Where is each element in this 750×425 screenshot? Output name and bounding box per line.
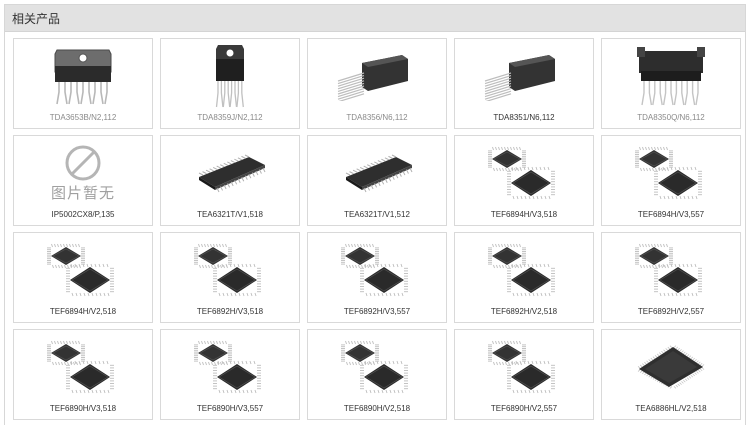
product-card[interactable]: TDA8359J/N2,112	[160, 38, 300, 129]
to220-vertical-icon[interactable]	[14, 42, 152, 110]
product-card[interactable]: TEA6321T/V1,512	[307, 135, 447, 226]
dbs-wide-icon[interactable]	[602, 42, 740, 110]
qfp-pair-icon[interactable]	[14, 236, 152, 304]
product-name-link[interactable]: TDA8359J/N2,112	[161, 113, 299, 122]
product-card[interactable]: TEA6886HL/V2,518	[601, 329, 741, 420]
product-card[interactable]: TDA8356/N6,112	[307, 38, 447, 129]
product-name-link[interactable]: TDA8351/N6,112	[455, 113, 593, 122]
product-name-link[interactable]: TEF6892H/V3,557	[308, 307, 446, 316]
related-products-panel: 相关产品 TDA3653B/N2,112 TDA8359J/N2,112 TDA83…	[4, 4, 746, 425]
no-image-text: 图片暂无	[50, 183, 115, 202]
product-name-link[interactable]: TEF6894H/V3,557	[602, 210, 740, 219]
section-title: 相关产品	[12, 11, 61, 26]
qfp-pair-icon[interactable]	[602, 236, 740, 304]
panel-header: 相关产品	[5, 5, 745, 32]
product-card[interactable]: TDA8351/N6,112	[454, 38, 594, 129]
product-name-link[interactable]: TEA6321T/V1,518	[161, 210, 299, 219]
product-name-link[interactable]: IP5002CX8/P,135	[14, 210, 152, 219]
product-name-link[interactable]: TDA8350Q/N6,112	[602, 113, 740, 122]
product-card[interactable]: TEF6892H/V3,518	[160, 232, 300, 323]
product-name-link[interactable]: TEF6890H/V3,557	[161, 404, 299, 413]
qfp-pair-icon[interactable]	[455, 236, 593, 304]
product-card[interactable]: TEF6894H/V3,557	[601, 135, 741, 226]
product-card[interactable]: TEF6890H/V3,557	[160, 329, 300, 420]
product-name-link[interactable]: TDA3653B/N2,112	[14, 113, 152, 122]
sil-horizontal-icon[interactable]	[455, 42, 593, 110]
dbs-vertical-icon[interactable]	[161, 42, 299, 110]
product-card[interactable]: TEF6894H/V2,518	[13, 232, 153, 323]
sil-horizontal-icon[interactable]	[308, 42, 446, 110]
product-name-link[interactable]: TEF6890H/V2,518	[308, 404, 446, 413]
product-card[interactable]: TEA6321T/V1,518	[160, 135, 300, 226]
qfp-pair-icon[interactable]	[455, 139, 593, 207]
lqfp-single-icon[interactable]	[602, 333, 740, 401]
qfp-pair-icon[interactable]	[602, 139, 740, 207]
product-card[interactable]: TEF6894H/V3,518	[454, 135, 594, 226]
product-card[interactable]: 图片暂无 IP5002CX8/P,135	[13, 135, 153, 226]
product-card[interactable]: TEF6892H/V3,557	[307, 232, 447, 323]
product-name-link[interactable]: TEF6892H/V2,557	[602, 307, 740, 316]
product-grid: TDA3653B/N2,112 TDA8359J/N2,112 TDA8356/N6…	[13, 38, 741, 420]
qfp-pair-icon[interactable]	[455, 333, 593, 401]
so-package-icon[interactable]	[308, 139, 446, 207]
so-package-icon[interactable]	[161, 139, 299, 207]
product-name-link[interactable]: TEF6892H/V2,518	[455, 307, 593, 316]
product-name-link[interactable]: TEF6894H/V3,518	[455, 210, 593, 219]
product-card[interactable]: TEF6890H/V2,557	[454, 329, 594, 420]
product-name-link[interactable]: TDA8356/N6,112	[308, 113, 446, 122]
qfp-pair-icon[interactable]	[308, 236, 446, 304]
product-name-link[interactable]: TEF6894H/V2,518	[14, 307, 152, 316]
product-name-link[interactable]: TEF6890H/V2,557	[455, 404, 593, 413]
product-card[interactable]: TEF6892H/V2,557	[601, 232, 741, 323]
qfp-pair-icon[interactable]	[161, 236, 299, 304]
product-name-link[interactable]: TEF6892H/V3,518	[161, 307, 299, 316]
product-name-link[interactable]: TEF6890H/V3,518	[14, 404, 152, 413]
product-name-link[interactable]: TEA6321T/V1,512	[308, 210, 446, 219]
product-card[interactable]: TEF6890H/V3,518	[13, 329, 153, 420]
product-card[interactable]: TEF6890H/V2,518	[307, 329, 447, 420]
qfp-pair-icon[interactable]	[308, 333, 446, 401]
qfp-pair-icon[interactable]	[161, 333, 299, 401]
product-card[interactable]: TEF6892H/V2,518	[454, 232, 594, 323]
qfp-pair-icon[interactable]	[14, 333, 152, 401]
product-card[interactable]: TDA3653B/N2,112	[13, 38, 153, 129]
product-name-link[interactable]: TEA6886HL/V2,518	[602, 404, 740, 413]
no-image-icon[interactable]: 图片暂无	[14, 139, 152, 207]
product-card[interactable]: TDA8350Q/N6,112	[601, 38, 741, 129]
